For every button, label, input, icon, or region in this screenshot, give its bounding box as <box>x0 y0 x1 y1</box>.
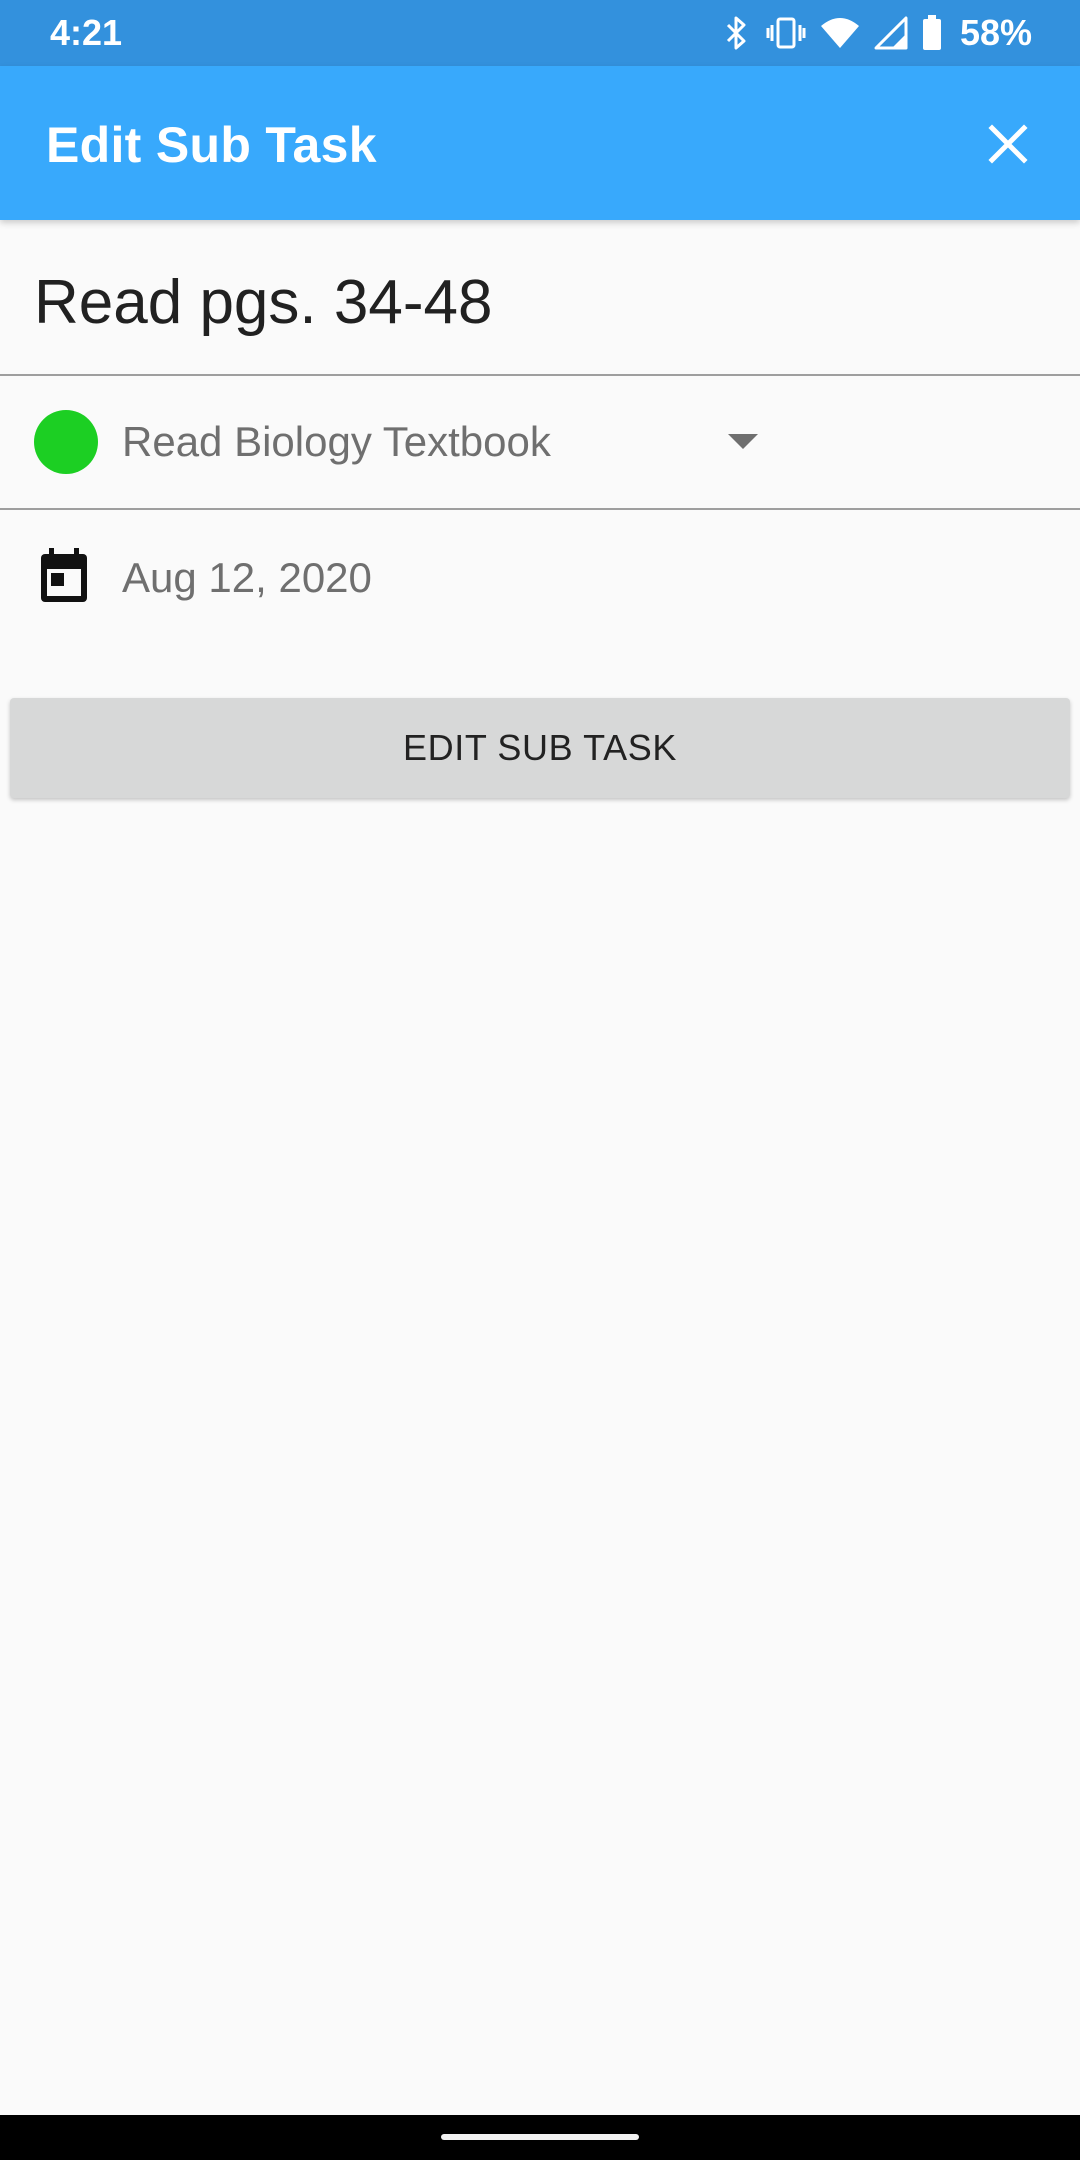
status-icons: 58% <box>722 10 1032 56</box>
parent-task-label: Read Biology Textbook <box>122 418 551 465</box>
subtask-name-input[interactable] <box>34 262 1034 342</box>
battery-percent: 58% <box>959 12 1032 53</box>
calendar-icon <box>38 548 90 609</box>
close-button[interactable] <box>966 102 1050 186</box>
wifi-icon <box>820 16 860 50</box>
bluetooth-icon <box>722 15 752 51</box>
status-time: 4:21 <box>50 12 123 53</box>
dropdown-arrow-icon <box>728 434 758 449</box>
subtask-name-field <box>0 222 1080 376</box>
date-value: Aug 12, 2020 <box>122 554 372 601</box>
cell-signal-icon <box>874 16 908 50</box>
parent-task-dropdown[interactable]: Read Biology Textbook <box>0 376 1080 510</box>
status-bar: 4:21 58% <box>0 0 1080 66</box>
page-title: Edit Sub Task <box>46 117 377 173</box>
app-bar: Edit Sub Task <box>0 66 1080 220</box>
vibrate-icon <box>766 15 806 51</box>
battery-icon <box>922 15 942 51</box>
task-color-indicator <box>34 410 98 474</box>
edit-subtask-button[interactable]: EDIT SUB TASK <box>10 698 1070 798</box>
close-icon <box>988 124 1028 164</box>
date-picker-row[interactable]: Aug 12, 2020 <box>0 512 1080 642</box>
navigation-bar <box>0 2115 1080 2160</box>
home-gesture-handle[interactable] <box>441 2134 639 2140</box>
